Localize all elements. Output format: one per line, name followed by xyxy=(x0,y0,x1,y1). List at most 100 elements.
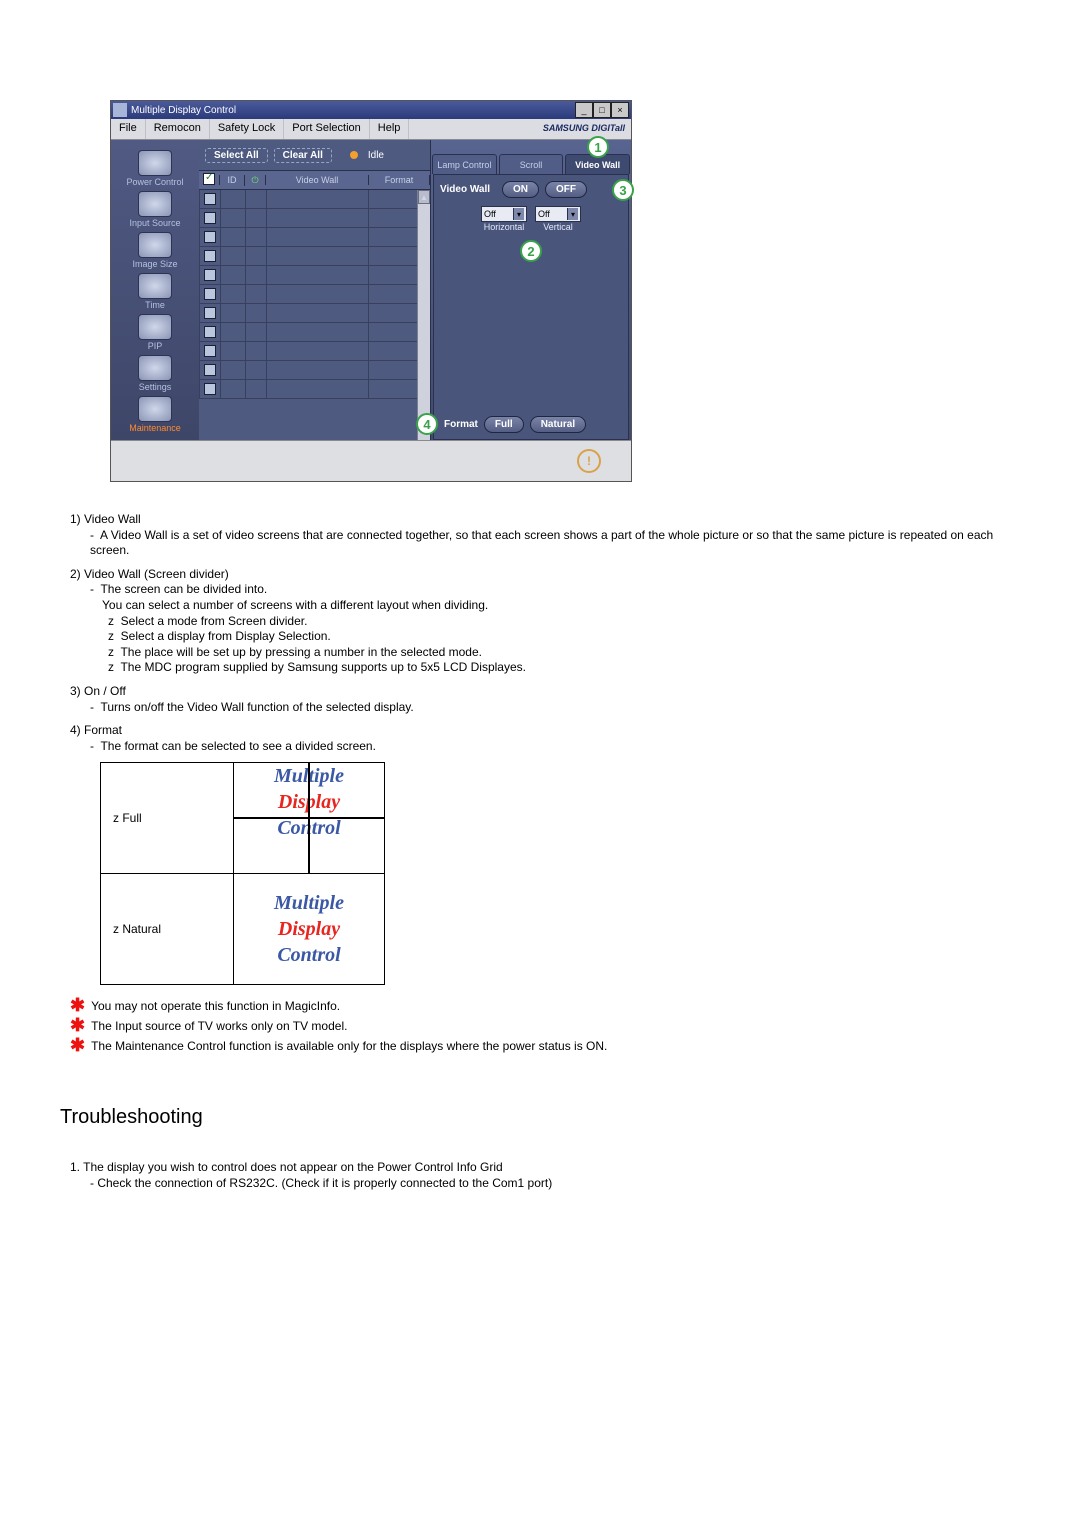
mdc-text: Multiple xyxy=(274,765,344,787)
scroll-up-icon[interactable]: ▲ xyxy=(418,190,430,204)
idle-indicator-icon xyxy=(350,151,358,159)
heading-2: 2) Video Wall (Screen divider) xyxy=(70,567,1020,583)
settings-icon xyxy=(138,355,172,381)
paragraph: You can select a number of screens with … xyxy=(102,598,1020,614)
row-checkbox[interactable] xyxy=(204,364,216,376)
row-checkbox[interactable] xyxy=(204,269,216,281)
menu-help[interactable]: Help xyxy=(370,119,410,139)
row-checkbox[interactable] xyxy=(204,212,216,224)
grid-row[interactable] xyxy=(199,323,430,342)
image-size-icon xyxy=(138,232,172,258)
footnote-text: The Input source of TV works only on TV … xyxy=(91,1019,347,1035)
paragraph: Turns on/off the Video Wall function of … xyxy=(90,700,1020,716)
sidebar-item-pip[interactable]: PIP xyxy=(120,314,190,351)
select-all-button[interactable]: Select All xyxy=(205,148,268,163)
row-checkbox[interactable] xyxy=(204,326,216,338)
menu-file[interactable]: File xyxy=(111,119,146,139)
sidebar-label: Input Source xyxy=(129,218,180,228)
callout-2: 2 xyxy=(520,240,542,262)
sidebar-item-time[interactable]: Time xyxy=(120,273,190,310)
list-item: The MDC program supplied by Samsung supp… xyxy=(108,660,1020,676)
clear-all-button[interactable]: Clear All xyxy=(274,148,332,163)
sidebar-item-maintenance[interactable]: Maintenance xyxy=(120,396,190,433)
sidebar-label: Time xyxy=(145,300,165,310)
section-heading-troubleshooting: Troubleshooting xyxy=(60,1104,1020,1130)
grid-row[interactable] xyxy=(199,304,430,323)
sidebar-item-power-control[interactable]: Power Control xyxy=(120,150,190,187)
row-checkbox[interactable] xyxy=(204,345,216,357)
mdc-text: Display xyxy=(278,791,340,813)
list-item: The place will be set up by pressing a n… xyxy=(108,645,1020,661)
grid-header-id: ID xyxy=(219,175,244,185)
tab-lamp-control[interactable]: Lamp Control xyxy=(432,154,497,174)
app-screenshot: Multiple Display Control _ □ × File Remo… xyxy=(110,100,632,482)
heading-4: 4) Format xyxy=(70,723,1020,739)
row-checkbox[interactable] xyxy=(204,307,216,319)
horizontal-dropdown[interactable]: Off▾ Horizontal xyxy=(481,206,527,232)
menu-remocon[interactable]: Remocon xyxy=(146,119,210,139)
format-full-label: z Full xyxy=(101,763,234,874)
time-icon xyxy=(138,273,172,299)
close-button[interactable]: × xyxy=(611,102,629,118)
row-checkbox[interactable] xyxy=(204,288,216,300)
sidebar-item-image-size[interactable]: Image Size xyxy=(120,232,190,269)
format-natural-button[interactable]: Natural xyxy=(530,416,586,433)
footnote: ✱ You may not operate this function in M… xyxy=(70,999,1020,1015)
video-wall-off-button[interactable]: OFF xyxy=(545,181,587,198)
format-natural-preview: Multiple Display Control xyxy=(234,874,384,984)
horizontal-label: Horizontal xyxy=(484,222,525,232)
format-examples-table: z Full Multiple Display Control z Natura… xyxy=(100,762,385,985)
grid-row[interactable] xyxy=(199,285,430,304)
grid-row[interactable] xyxy=(199,228,430,247)
menu-port-selection[interactable]: Port Selection xyxy=(284,119,369,139)
horizontal-value: Off xyxy=(484,209,496,219)
sidebar: Power Control Input Source Image Size Ti… xyxy=(111,140,199,440)
header-checkbox[interactable]: ✓ xyxy=(203,173,215,185)
vertical-dropdown[interactable]: Off▾ Vertical xyxy=(535,206,581,232)
maximize-button[interactable]: □ xyxy=(593,102,611,118)
minimize-button[interactable]: _ xyxy=(575,102,593,118)
grid-row[interactable] xyxy=(199,266,430,285)
sidebar-item-input-source[interactable]: Input Source xyxy=(120,191,190,228)
footnote: ✱ The Maintenance Control function is av… xyxy=(70,1039,1020,1055)
grid-row[interactable] xyxy=(199,380,430,399)
warning-icon: ! xyxy=(577,449,601,473)
grid-row[interactable] xyxy=(199,361,430,380)
video-wall-label: Video Wall xyxy=(440,184,496,195)
footnote-text: You may not operate this function in Mag… xyxy=(91,999,340,1015)
star-icon: ✱ xyxy=(70,1039,85,1051)
grid-row[interactable] xyxy=(199,209,430,228)
idle-label: Idle xyxy=(368,150,384,161)
grid-row[interactable] xyxy=(199,247,430,266)
row-checkbox[interactable] xyxy=(204,250,216,262)
mdc-text: Control xyxy=(277,817,340,839)
grid-header: ✓ ID ⏻ Video Wall Format xyxy=(199,170,430,190)
grid-rows: ▲ xyxy=(199,190,430,440)
row-checkbox[interactable] xyxy=(204,193,216,205)
paragraph: The format can be selected to see a divi… xyxy=(90,739,1020,755)
video-wall-panel: Video Wall ON OFF 3 Off▾ Horizontal Off▾… xyxy=(433,174,629,440)
right-panel: 1 Lamp Control Scroll Video Wall Video W… xyxy=(430,140,631,440)
heading-1: 1) Video Wall xyxy=(70,512,1020,528)
sidebar-item-settings[interactable]: Settings xyxy=(120,355,190,392)
maintenance-icon xyxy=(138,396,172,422)
scrollbar[interactable]: ▲ xyxy=(417,190,430,440)
ts-item-1: 1. The display you wish to control does … xyxy=(70,1160,1020,1176)
row-checkbox[interactable] xyxy=(204,383,216,395)
paragraph: A Video Wall is a set of video screens t… xyxy=(90,528,1020,559)
callout-3: 3 xyxy=(612,179,634,201)
list-toolbar: Select All Clear All Idle xyxy=(199,140,430,170)
video-wall-on-button[interactable]: ON xyxy=(502,181,539,198)
sidebar-label: Settings xyxy=(139,382,172,392)
grid-row[interactable] xyxy=(199,342,430,361)
format-full-button[interactable]: Full xyxy=(484,416,524,433)
callout-4: 4 xyxy=(416,413,438,435)
vertical-value: Off xyxy=(538,209,550,219)
grid-row[interactable] xyxy=(199,190,430,209)
menu-safety-lock[interactable]: Safety Lock xyxy=(210,119,284,139)
tab-scroll[interactable]: Scroll xyxy=(499,154,564,174)
row-checkbox[interactable] xyxy=(204,231,216,243)
center-area: Select All Clear All Idle ✓ ID ⏻ Video W… xyxy=(199,140,430,440)
mdc-text: Multiple xyxy=(274,892,344,914)
sidebar-label: PIP xyxy=(148,341,163,351)
